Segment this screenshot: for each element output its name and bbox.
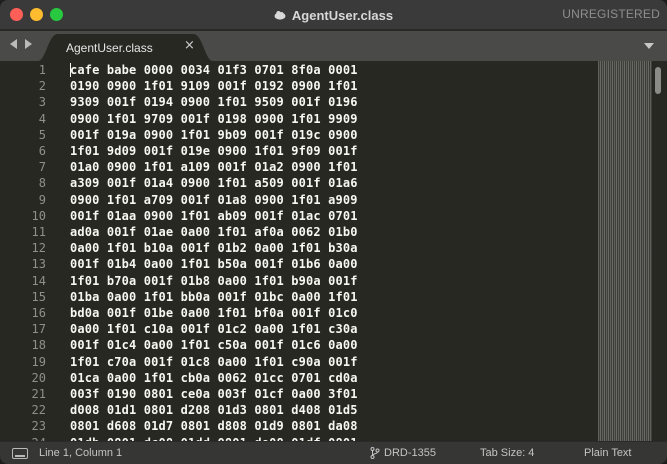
line-number: 19 xyxy=(31,354,46,369)
code-line[interactable]: 1f01 9d09 001f 019e 0900 1f01 9f09 001f xyxy=(70,143,358,159)
code-line[interactable]: cafe babe 0000 0034 01f3 0701 8f0a 0001 xyxy=(70,62,358,78)
text-cursor xyxy=(70,63,71,77)
code-line[interactable]: 0900 1f01 9709 001f 0198 0900 1f01 9909 xyxy=(70,111,358,127)
syntax-setting[interactable]: Plain Text xyxy=(584,447,632,459)
line-number: 13 xyxy=(31,257,46,272)
status-bar: Line 1, Column 1 DRD-1355 Tab Size: 4 Pl… xyxy=(0,441,667,464)
window-title: AgentUser.class xyxy=(291,7,394,23)
panel-toggle-icon[interactable] xyxy=(12,448,28,459)
editor-area[interactable]: 1234567891011121314151617181920212223242… xyxy=(0,61,667,441)
close-icon[interactable]: × xyxy=(184,39,195,53)
code-line[interactable]: 1f01 b70a 001f 01b8 0a00 1f01 b90a 001f xyxy=(70,273,358,289)
code-line[interactable]: 001f 01aa 0900 1f01 ab09 001f 01ac 0701 xyxy=(70,208,358,224)
code-line[interactable]: 01a0 0900 1f01 a109 001f 01a2 0900 1f01 xyxy=(70,159,358,175)
line-number: 12 xyxy=(31,241,46,256)
code-line[interactable]: d008 01d1 0801 d208 01d3 0801 d408 01d5 xyxy=(70,402,358,418)
line-number: 20 xyxy=(31,370,46,385)
line-number: 16 xyxy=(31,306,46,320)
line-number-gutter: 1234567891011121314151617181920212223242… xyxy=(0,61,56,441)
line-number: 6 xyxy=(38,144,46,158)
chevron-left-icon[interactable] xyxy=(10,39,17,49)
code-line[interactable]: a309 001f 01a4 0900 1f01 a509 001f 01a6 xyxy=(70,175,358,191)
tab-agentuser-class[interactable]: AgentUser.class × xyxy=(38,34,213,61)
line-number: 22 xyxy=(31,403,46,418)
minimap-viewport[interactable] xyxy=(598,61,652,441)
line-number: 3 xyxy=(38,95,46,110)
code-line[interactable]: 0a00 1f01 b10a 001f 01b2 0a00 1f01 b30a xyxy=(70,240,358,256)
line-number: 5 xyxy=(38,127,46,142)
line-number: 10 xyxy=(31,208,46,223)
line-number: 8 xyxy=(38,176,46,191)
code-line[interactable]: 001f 019a 0900 1f01 9b09 001f 019c 0900 xyxy=(70,127,358,143)
code-line[interactable]: 003f 0190 0801 ce0a 003f 01cf 0a00 3f01 xyxy=(70,386,358,402)
tab-size-setting[interactable]: Tab Size: 4 xyxy=(480,447,534,459)
editor-window: AgentUser.class UNREGISTERED AgentUser.c… xyxy=(0,0,667,464)
line-number: 7 xyxy=(38,160,46,175)
line-number: 14 xyxy=(31,273,46,288)
code-line[interactable]: bd0a 001f 01be 0a00 1f01 bf0a 001f 01c0 xyxy=(70,305,358,321)
line-number: 2 xyxy=(38,79,46,94)
code-view[interactable]: cafe babe 0000 0034 01f3 0701 8f0a 0001 0… xyxy=(70,61,598,441)
file-cloud-icon xyxy=(274,11,286,20)
cursor-position: Line 1, Column 1 xyxy=(39,447,123,459)
line-number: 23 xyxy=(31,419,46,434)
line-number: 9 xyxy=(38,192,46,207)
code-line[interactable]: 0801 d608 01d7 0801 d808 01d9 0801 da08 xyxy=(70,418,358,434)
code-line[interactable]: 01ca 0a00 1f01 cb0a 0062 01cc 0701 cd0a xyxy=(70,370,358,386)
tab-bar: AgentUser.class × xyxy=(0,31,667,61)
title-bar: AgentUser.class UNREGISTERED xyxy=(0,0,667,30)
code-line[interactable]: 001f 01c4 0a00 1f01 c50a 001f 01c6 0a00 xyxy=(70,337,358,353)
vertical-scrollbar[interactable] xyxy=(655,67,661,94)
line-number: 1 xyxy=(38,63,46,77)
code-line[interactable]: 1f01 c70a 001f 01c8 0a00 1f01 c90a 001f xyxy=(70,354,358,370)
code-line[interactable]: 9309 001f 0194 0900 1f01 9509 001f 0196 xyxy=(70,94,358,110)
code-line[interactable]: 0a00 1f01 c10a 001f 01c2 0a00 1f01 c30a xyxy=(70,321,358,337)
chevron-right-icon[interactable] xyxy=(25,39,32,49)
line-number: 4 xyxy=(38,111,46,126)
git-branch-icon xyxy=(370,447,380,459)
chevron-down-icon[interactable] xyxy=(644,43,654,49)
code-line[interactable]: 0190 0900 1f01 9109 001f 0192 0900 1f01 xyxy=(70,78,358,94)
git-branch-label[interactable]: DRD-1355 xyxy=(384,447,436,459)
tab-label: AgentUser.class xyxy=(66,41,153,55)
code-line[interactable]: 01ba 0a00 1f01 bb0a 001f 01bc 0a00 1f01 xyxy=(70,289,358,305)
license-status: UNREGISTERED xyxy=(562,7,660,21)
line-number: 15 xyxy=(31,289,46,304)
code-line[interactable]: 001f 01b4 0a00 1f01 b50a 001f 01b6 0a00 xyxy=(70,256,358,272)
code-line[interactable]: ad0a 001f 01ae 0a00 1f01 af0a 0062 01b0 xyxy=(70,224,358,240)
code-line[interactable]: 0900 1f01 a709 001f 01a8 0900 1f01 a909 xyxy=(70,192,358,208)
line-number: 17 xyxy=(31,322,46,337)
line-number: 11 xyxy=(31,225,46,239)
line-number: 18 xyxy=(31,338,46,353)
line-number: 21 xyxy=(31,387,46,401)
